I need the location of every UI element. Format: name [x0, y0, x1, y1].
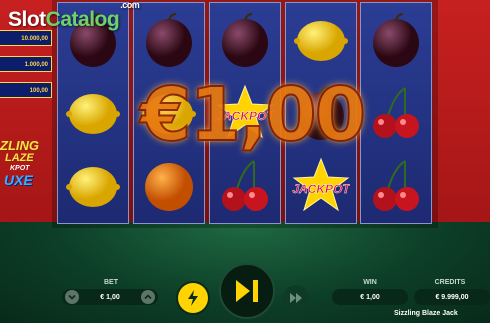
svg-text:JACKPOT: JACKPOT	[292, 182, 350, 196]
chevron-down-icon	[68, 294, 76, 300]
game-logo-line-3: KPOT	[10, 165, 30, 172]
game-logo-line-4: UXE	[4, 172, 33, 188]
jackpot-symbol: JACKPOT	[286, 149, 356, 222]
plum-icon	[373, 12, 419, 67]
bet-label: BET	[104, 279, 118, 286]
chevron-up-icon	[144, 294, 152, 300]
bet-value: € 1,00	[100, 293, 120, 301]
credits-value: € 9.999,00	[435, 293, 469, 301]
game-logo-line-2: LAZE	[5, 152, 34, 164]
win-label: WIN	[363, 279, 377, 286]
fast-forward-icon	[290, 293, 302, 303]
win-value: € 1,00	[360, 293, 380, 301]
jackpot-grand: 10.000,00	[0, 30, 52, 46]
win-field: € 1,00	[332, 289, 408, 305]
win-amount-overlay: €1,00	[139, 72, 367, 158]
lemon-symbol	[286, 3, 356, 76]
credits-label: CREDITS	[434, 279, 466, 286]
turbo-button[interactable]	[178, 283, 208, 313]
watermark-logo: SlotCatalog.com	[8, 0, 140, 32]
watermark-slot: Slot	[8, 8, 46, 31]
bet-decrease-button[interactable]	[65, 290, 79, 304]
lemon-icon	[294, 20, 348, 61]
play-pause-icon	[236, 280, 258, 302]
watermark-com: .com	[120, 0, 140, 10]
bet-increase-button[interactable]	[141, 290, 155, 304]
cherry-symbol	[210, 149, 280, 222]
cherry-symbol	[361, 76, 431, 149]
spin-button[interactable]	[219, 263, 275, 319]
jackpot-minor: 100,00	[0, 82, 52, 98]
reel-5	[360, 2, 432, 224]
plum-icon	[222, 12, 268, 67]
game-title: Sizzling Blaze Jack	[394, 310, 458, 317]
jackpot-major: 1.000,00	[0, 56, 52, 72]
cherry-icon	[222, 159, 268, 211]
autoplay-button[interactable]	[283, 285, 309, 311]
credits-field: € 9.999,00	[414, 289, 490, 305]
cherry-icon	[373, 159, 419, 211]
lemon-icon	[66, 166, 120, 207]
lemon-symbol	[58, 149, 128, 222]
cherry-symbol	[361, 149, 431, 222]
reel-1	[57, 2, 129, 224]
plum-symbol	[210, 3, 280, 76]
plum-symbol	[134, 3, 204, 76]
lightning-icon	[188, 290, 198, 306]
lemon-symbol	[58, 76, 128, 149]
plum-icon	[146, 12, 192, 67]
orange-symbol	[134, 149, 204, 222]
jackpot-icon: JACKPOT	[292, 157, 350, 211]
game-logo-line-1: ZLING	[0, 138, 39, 153]
watermark-catalog: Catalog	[45, 8, 120, 31]
lemon-icon	[66, 93, 120, 134]
plum-symbol	[361, 3, 431, 76]
cherry-icon	[373, 86, 419, 138]
game-logo: ZLING LAZE KPOT UXE	[0, 132, 52, 192]
orange-icon	[145, 162, 193, 211]
